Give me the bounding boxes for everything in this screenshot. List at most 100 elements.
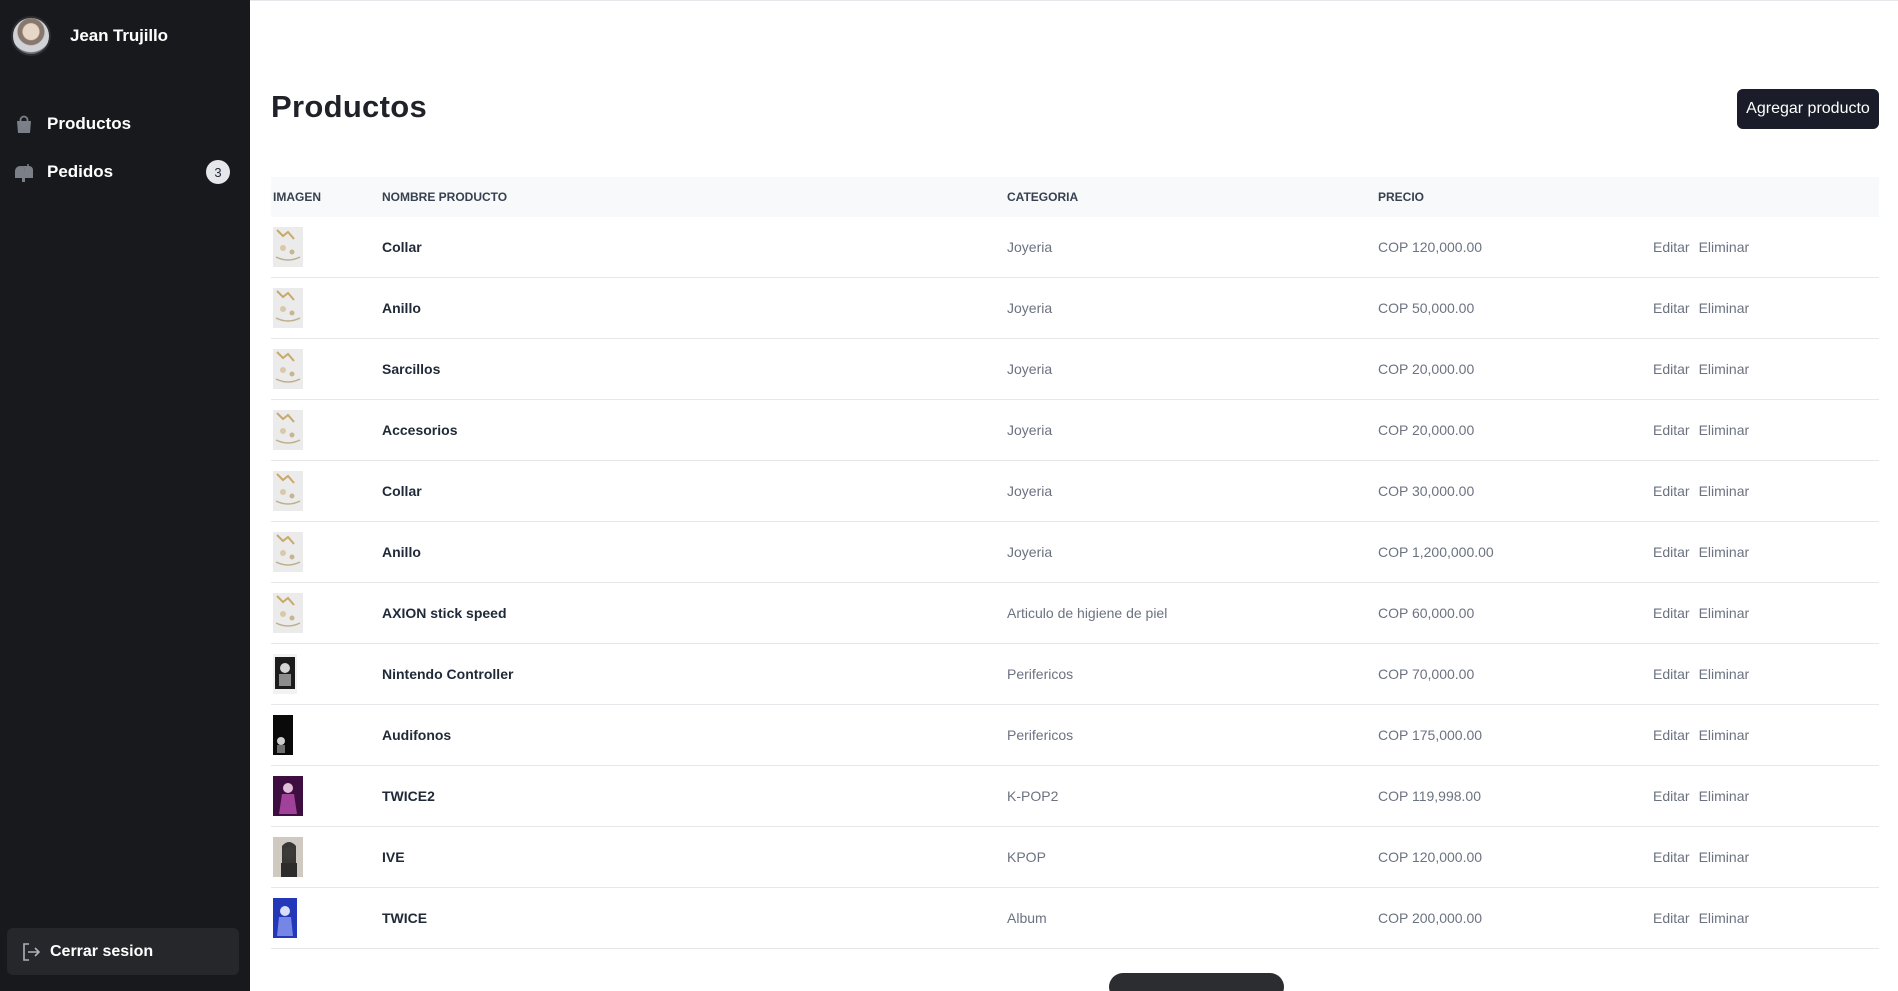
main-content: Productos Agregar producto IMAGEN NOMBRE… — [250, 0, 1898, 991]
delete-link[interactable]: Eliminar — [1699, 849, 1750, 865]
product-category: KPOP — [1007, 849, 1046, 865]
edit-link[interactable]: Editar — [1653, 605, 1690, 621]
edit-link[interactable]: Editar — [1653, 788, 1690, 804]
delete-link[interactable]: Eliminar — [1699, 361, 1750, 377]
delete-link[interactable]: Eliminar — [1699, 910, 1750, 926]
edit-link[interactable]: Editar — [1653, 239, 1690, 255]
row-actions: Editar Eliminar — [1653, 422, 1879, 438]
delete-link[interactable]: Eliminar — [1699, 483, 1750, 499]
row-actions: Editar Eliminar — [1653, 300, 1879, 316]
row-actions: Editar Eliminar — [1653, 239, 1879, 255]
orders-count-badge: 3 — [206, 160, 230, 184]
product-thumbnail — [271, 837, 382, 877]
edit-link[interactable]: Editar — [1653, 483, 1690, 499]
table-row: Collar Joyeria COP 120,000.00 Editar Elimina… — [271, 217, 1879, 278]
edit-link[interactable]: Editar — [1653, 849, 1690, 865]
floating-toolbar[interactable] — [1109, 973, 1284, 991]
shopping-bag-icon — [14, 114, 34, 134]
product-category: Joyeria — [1007, 483, 1053, 499]
product-category: K-POP2 — [1007, 788, 1059, 804]
delete-link[interactable]: Eliminar — [1699, 239, 1750, 255]
user-name: Jean Trujillo — [70, 26, 168, 45]
edit-link[interactable]: Editar — [1653, 727, 1690, 743]
delete-link[interactable]: Eliminar — [1699, 300, 1750, 316]
product-category: Album — [1007, 910, 1047, 926]
product-thumbnail — [271, 776, 382, 816]
delete-link[interactable]: Eliminar — [1699, 544, 1750, 560]
table-body: Collar Joyeria COP 120,000.00 Editar Elimina… — [271, 217, 1879, 949]
table-header: IMAGEN NOMBRE PRODUCTO CATEGORIA PRECIO — [271, 177, 1879, 217]
row-actions: Editar Eliminar — [1653, 544, 1879, 560]
sidebar-nav: Productos Pedidos 3 — [0, 100, 250, 196]
row-actions: Editar Eliminar — [1653, 910, 1879, 926]
delete-link[interactable]: Eliminar — [1699, 727, 1750, 743]
product-category: Joyeria — [1007, 239, 1053, 255]
delete-link[interactable]: Eliminar — [1699, 788, 1750, 804]
edit-link[interactable]: Editar — [1653, 910, 1690, 926]
product-name: AXION stick speed — [382, 605, 507, 621]
sidebar-item-pedidos[interactable]: Pedidos 3 — [0, 148, 250, 196]
column-header-image: IMAGEN — [273, 190, 321, 204]
product-price: COP 50,000.00 — [1378, 300, 1475, 316]
product-thumbnail — [271, 898, 382, 938]
product-name: Sarcillos — [382, 361, 441, 377]
edit-link[interactable]: Editar — [1653, 422, 1690, 438]
product-category: Perifericos — [1007, 666, 1074, 682]
product-name: Accesorios — [382, 422, 458, 438]
delete-link[interactable]: Eliminar — [1699, 422, 1750, 438]
product-thumbnail — [271, 349, 382, 389]
product-category: Perifericos — [1007, 727, 1074, 743]
row-actions: Editar Eliminar — [1653, 849, 1879, 865]
product-name: TWICE2 — [382, 788, 435, 804]
edit-link[interactable]: Editar — [1653, 300, 1690, 316]
sidebar-item-label: Productos — [47, 114, 132, 133]
avatar — [11, 16, 51, 56]
product-price: COP 20,000.00 — [1378, 361, 1475, 377]
row-actions: Editar Eliminar — [1653, 666, 1879, 682]
product-thumbnail — [271, 715, 382, 755]
logout-label: Cerrar sesion — [50, 942, 154, 960]
product-thumbnail — [271, 532, 382, 572]
mailbox-icon — [14, 162, 34, 182]
product-price: COP 60,000.00 — [1378, 605, 1475, 621]
table-row: Accesorios Joyeria COP 20,000.00 Editar Elim… — [271, 400, 1879, 461]
row-actions: Editar Eliminar — [1653, 727, 1879, 743]
table-row: Anillo Joyeria COP 1,200,000.00 Editar Elimi… — [271, 522, 1879, 583]
sidebar-item-label: Pedidos — [47, 162, 114, 181]
product-name: Anillo — [382, 300, 421, 316]
product-price: COP 120,000.00 — [1378, 239, 1483, 255]
table-row: TWICE Album COP 200,000.00 Editar Eliminar — [271, 888, 1879, 949]
edit-link[interactable]: Editar — [1653, 666, 1690, 682]
logout-button[interactable]: Cerrar sesion — [7, 928, 239, 975]
product-category: Joyeria — [1007, 422, 1053, 438]
page-title: Productos — [271, 89, 427, 124]
edit-link[interactable]: Editar — [1653, 361, 1690, 377]
product-category: Joyeria — [1007, 544, 1053, 560]
product-name: Audifonos — [382, 727, 452, 743]
product-price: COP 200,000.00 — [1378, 910, 1483, 926]
product-thumbnail — [271, 593, 382, 633]
user-profile[interactable]: Jean Trujillo — [11, 16, 168, 56]
sidebar-item-productos[interactable]: Productos — [0, 100, 250, 148]
product-thumbnail — [271, 227, 382, 267]
column-header-price: PRECIO — [1378, 190, 1425, 204]
delete-link[interactable]: Eliminar — [1699, 605, 1750, 621]
product-price: COP 120,000.00 — [1378, 849, 1483, 865]
product-thumbnail — [271, 410, 382, 450]
delete-link[interactable]: Eliminar — [1699, 666, 1750, 682]
product-name: Collar — [382, 239, 422, 255]
logout-icon — [21, 942, 41, 962]
product-price: COP 175,000.00 — [1378, 727, 1483, 743]
product-thumbnail — [271, 288, 382, 328]
product-name: TWICE — [382, 910, 428, 926]
row-actions: Editar Eliminar — [1653, 788, 1879, 804]
product-price: COP 70,000.00 — [1378, 666, 1475, 682]
edit-link[interactable]: Editar — [1653, 544, 1690, 560]
row-actions: Editar Eliminar — [1653, 483, 1879, 499]
row-actions: Editar Eliminar — [1653, 361, 1879, 377]
column-header-name: NOMBRE PRODUCTO — [382, 190, 508, 204]
table-row: Anillo Joyeria COP 50,000.00 Editar Eliminar — [271, 278, 1879, 339]
product-category: Joyeria — [1007, 361, 1053, 377]
table-row: TWICE2 K-POP2 COP 119,998.00 Editar Eliminar — [271, 766, 1879, 827]
add-product-button[interactable]: Agregar producto — [1737, 89, 1879, 129]
